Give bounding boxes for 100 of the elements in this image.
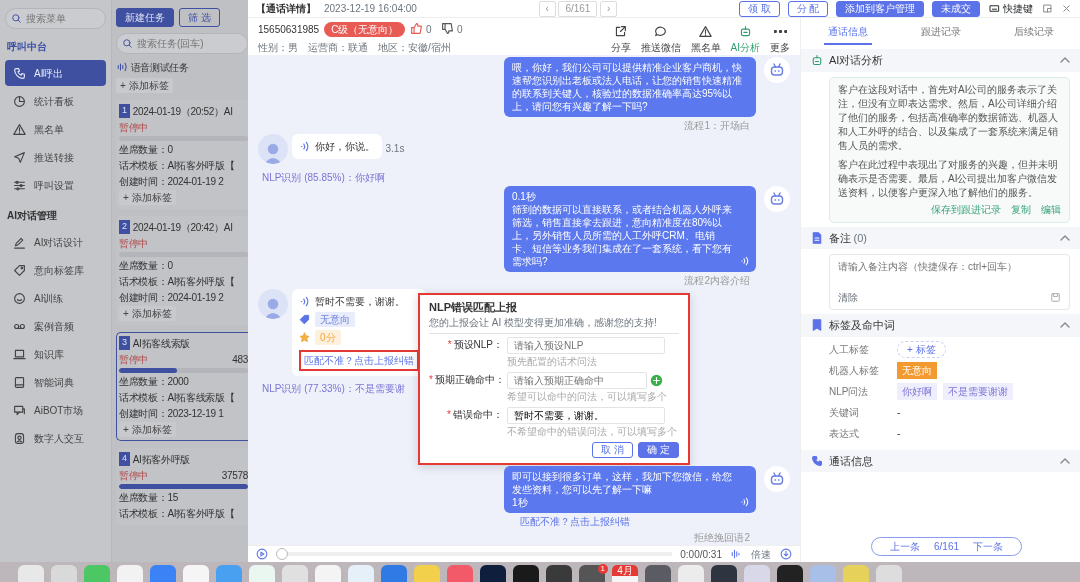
section-title: 标签及命中词 [829,318,895,333]
sound-wave-icon[interactable] [738,254,750,267]
robot-icon [769,470,785,487]
toolbar-button[interactable]: AI分析 [730,24,760,55]
detail-text: 话术模板：AI拓客外呼版【 [119,158,236,173]
person-icon [13,431,26,445]
input-field[interactable]: 暂时不需要，谢谢。 [507,406,665,424]
laptop-icon [13,347,26,361]
robot-icon [769,190,785,207]
chevron-up-icon[interactable] [1060,322,1070,329]
chevron-up-icon[interactable] [1060,457,1070,464]
detail-text: 话术模板：AI拓客外呼版【 [119,506,236,521]
required-mark: * [447,408,451,420]
progress-slider[interactable] [276,548,673,560]
claim-button[interactable]: 领 取 [738,0,780,17]
shortcut-button[interactable]: 快捷键 [988,0,1034,17]
nav-item[interactable]: 数字人交互 [5,425,106,451]
nav-item[interactable]: 意向标签库 [5,257,106,283]
play-icon[interactable] [256,548,268,560]
add-tag-button[interactable]: + 添加标签 [119,189,176,205]
add-tag-button[interactable]: + 标签 [897,340,946,358]
filter-button[interactable]: 筛 选 [179,8,220,27]
toolbar-button[interactable]: 推送微信 [640,24,681,55]
status-text: 暂停中 [119,468,149,483]
app-icon[interactable] [546,565,572,582]
sound-wave-icon[interactable] [299,139,312,153]
speed-button[interactable]: 倍速 [750,545,772,563]
assign-button[interactable]: 分 配 [787,0,829,17]
tab[interactable]: 后续记录 [1009,22,1058,45]
report-link[interactable]: 匹配不准？点击上报纠错 [299,350,419,371]
app-icon[interactable] [513,565,539,582]
plus-circle-icon[interactable] [649,373,663,387]
window-icon[interactable] [1042,3,1053,14]
add-customer-button[interactable]: 添加到客户管理 [836,0,925,17]
report-link[interactable]: 匹配不准？点击上报纠错 [520,513,630,529]
sound-wave-icon[interactable] [738,495,750,508]
meta-text: 地区：安徽/宿州 [378,40,451,55]
nav-item[interactable]: 智能词典 [5,369,106,395]
input-field[interactable]: 请输入预设NLP [507,336,665,354]
duration-text: 3.1s [385,142,405,156]
slider-thumb[interactable] [276,548,288,560]
nav-item[interactable]: 推送转接 [5,144,106,170]
dialog-subtitle: 您的上报会让 AI 模型变得更加准确，感谢您的支持! [429,316,658,330]
chat-bubbles-icon [13,403,26,417]
close-icon[interactable] [1061,3,1072,14]
save-icon[interactable] [1050,292,1061,303]
sound-wave-icon[interactable] [730,548,742,560]
search-field[interactable]: 搜索菜单 [5,8,106,29]
toolbar-button[interactable]: 黑名单 [690,24,721,55]
nav-item[interactable]: 黑名单 [5,116,106,142]
grade-badge: C级（无意向） [324,22,406,37]
task-card[interactable]: 3 AI拓客线索版 暂停中 483 坐席数量：2000 话术模板：AI拓客线索版【 创建时间：2023-12-19 1 + 添加标签 [116,331,248,441]
thumbs-down-icon[interactable] [441,22,455,35]
count-text: 0 [425,23,432,37]
input-field[interactable]: 请输入预期正确命中 [507,371,647,389]
status-button[interactable]: 未成交 [932,0,981,17]
add-tag-button[interactable]: + 添加标签 [119,421,176,437]
confirm-button[interactable]: 确 定 [638,441,679,458]
send-icon [13,150,26,164]
nav-item[interactable]: 呼叫设置 [5,172,106,198]
toolbar-button[interactable]: 分享 [610,24,631,55]
nav-item[interactable]: AI呼出 [5,60,106,86]
bot-message: 0.1秒 筛到的数据可以直接联系，或者结合机器人外呼来筛选，销售直接拿去跟进，意向精准度在80%以上，另外销售人员所需的人工外呼CRM、电销卡、短信等业务我们集成在了一套系统，看下您有需求吗? [504,185,756,272]
app-icon[interactable] [480,565,506,582]
nav-item[interactable]: 知识库 [5,341,106,367]
action-link[interactable]: 编辑 [1041,202,1061,217]
sound-wave-icon[interactable] [299,294,312,308]
nav-item[interactable]: 案例音频 [5,313,106,339]
nav-item[interactable]: AI对话设计 [5,229,106,255]
nav-item[interactable]: AI训练 [5,285,106,311]
tab[interactable]: 跟进记录 [916,22,965,45]
nav-item[interactable]: AiBOT市场 [5,397,106,423]
chevron-up-icon[interactable] [1060,57,1070,64]
thumbs-up-icon[interactable] [410,22,424,35]
cancel-button[interactable]: 取 消 [592,441,634,458]
app-icon[interactable]: 1 [579,565,605,582]
download-icon[interactable] [780,548,792,560]
previous-button[interactable]: 上一条 [886,539,924,554]
index-badge: 2 [119,220,130,234]
toolbar-button[interactable]: 更多 [770,24,790,55]
search-field[interactable]: 搜索任务(回车) [116,33,248,54]
next-button[interactable]: 下一条 [969,539,1008,554]
add-tag-button[interactable]: + 添加标签 [119,305,176,321]
add-tag-button[interactable]: + 添加标签 [116,77,173,93]
time-text: 0:00/0:31 [680,547,722,562]
nav-item[interactable]: 统计看板 [5,88,106,114]
app-icon[interactable] [777,565,803,582]
action-link[interactable]: 保存到跟进记录 [931,202,1001,217]
chevron-up-icon[interactable] [1060,234,1070,241]
meta-text: 性别：男 [258,40,298,55]
action-link[interactable]: 复制 [1011,202,1031,217]
notes-field[interactable]: 请输入备注内容（快捷保存：ctrl+回车） 清除 [829,254,1070,310]
clear-link[interactable]: 清除 [838,290,858,305]
section-title: 呼叫中台 [6,40,48,54]
new-task-button[interactable]: 新建任务 [116,8,174,27]
app-icon[interactable]: 4月 [612,565,638,582]
bookmark-icon [811,319,823,332]
robot-icon [811,54,823,67]
app-icon[interactable] [711,565,737,582]
tab[interactable]: 通话信息 [823,22,872,45]
